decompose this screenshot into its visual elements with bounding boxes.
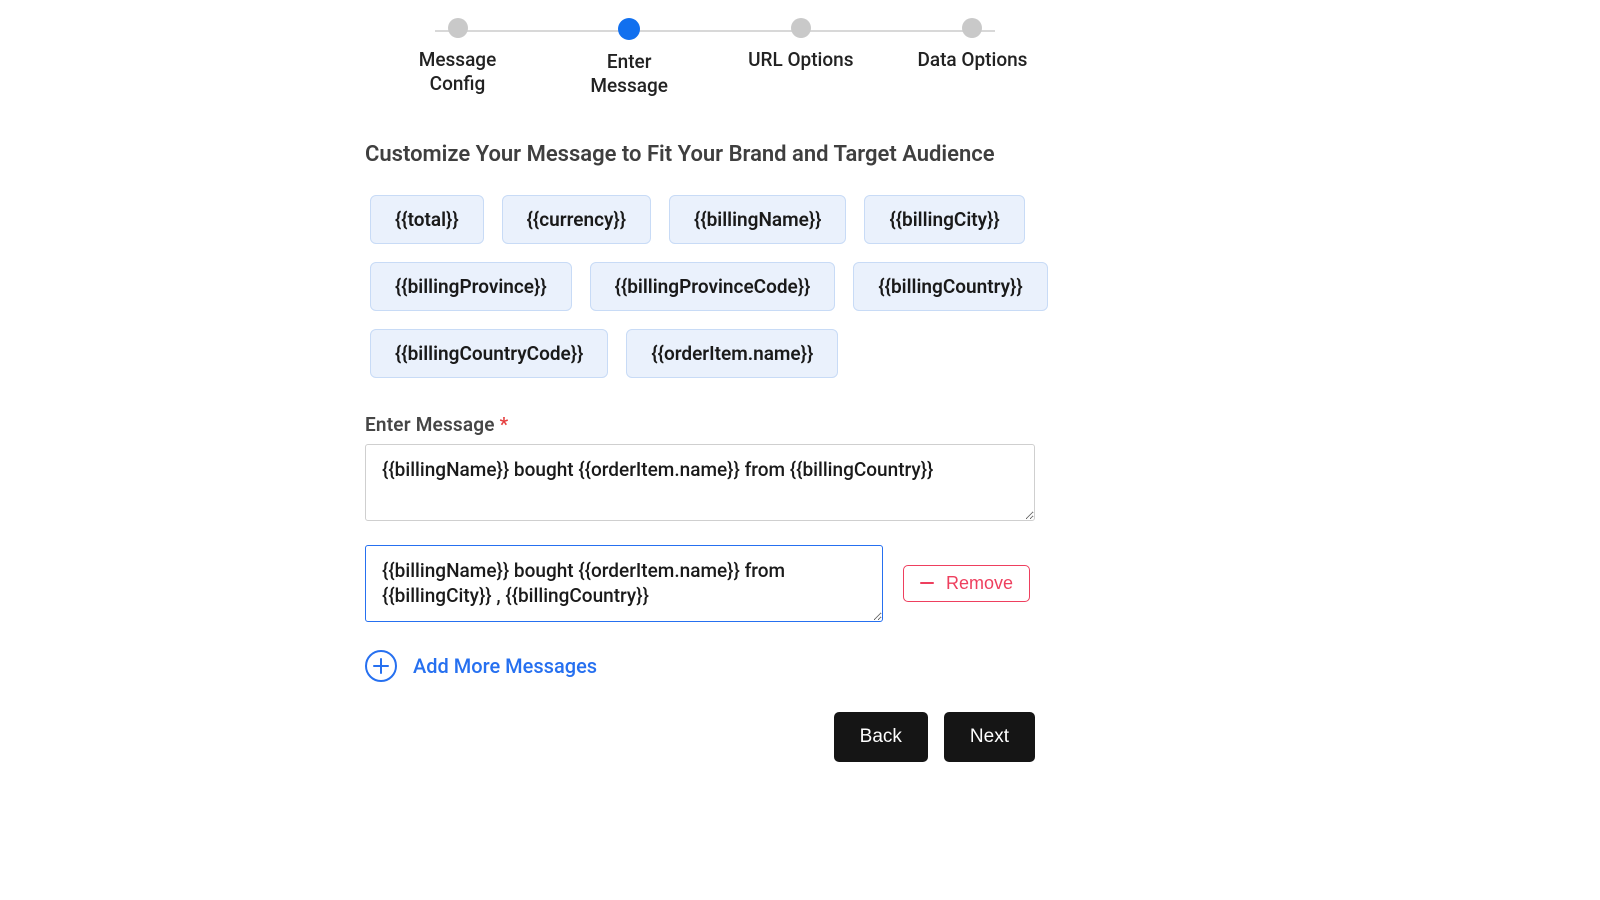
- nav-buttons: Back Next: [365, 712, 1035, 762]
- label-text: Enter Message: [365, 413, 495, 436]
- step-label: Enter Message: [572, 50, 687, 98]
- main-form: Message Config Enter Message URL Options…: [365, 0, 1065, 762]
- chip-order-item-name[interactable]: {{orderItem.name}}: [626, 329, 838, 378]
- step-enter-message[interactable]: Enter Message: [572, 18, 687, 98]
- step-label: URL Options: [748, 48, 853, 72]
- remove-label: Remove: [946, 573, 1013, 594]
- step-dot-icon: [962, 18, 982, 38]
- minus-icon: [920, 582, 934, 584]
- enter-message-label: Enter Message *: [365, 413, 1065, 436]
- remove-button[interactable]: Remove: [903, 565, 1030, 602]
- variable-chip-list: {{total}} {{currency}} {{billingName}} {…: [365, 195, 1065, 378]
- chip-billing-province-code[interactable]: {{billingProvinceCode}}: [590, 262, 836, 311]
- step-label: Data Options: [917, 48, 1027, 72]
- next-button[interactable]: Next: [944, 712, 1035, 762]
- chip-billing-province[interactable]: {{billingProvince}}: [370, 262, 572, 311]
- step-dot-icon: [791, 18, 811, 38]
- add-more-label: Add More Messages: [413, 654, 597, 678]
- step-data-options[interactable]: Data Options: [915, 18, 1030, 72]
- section-heading: Customize Your Message to Fit Your Brand…: [365, 142, 1065, 167]
- message-row-2: Remove: [365, 545, 1065, 622]
- add-more-messages-button[interactable]: Add More Messages: [365, 650, 597, 682]
- chip-total[interactable]: {{total}}: [370, 195, 484, 244]
- chip-billing-country[interactable]: {{billingCountry}}: [853, 262, 1047, 311]
- back-button[interactable]: Back: [834, 712, 928, 762]
- chip-billing-city[interactable]: {{billingCity}}: [864, 195, 1024, 244]
- message-input-2[interactable]: [365, 545, 883, 622]
- stepper-line: [435, 30, 995, 32]
- step-dot-active-icon: [618, 18, 640, 40]
- chip-billing-name[interactable]: {{billingName}}: [669, 195, 846, 244]
- step-message-config[interactable]: Message Config: [400, 18, 515, 96]
- chip-billing-country-code[interactable]: {{billingCountryCode}}: [370, 329, 608, 378]
- required-indicator: *: [500, 413, 509, 436]
- chip-currency[interactable]: {{currency}}: [502, 195, 651, 244]
- message-input-1[interactable]: [365, 444, 1035, 521]
- stepper: Message Config Enter Message URL Options…: [400, 18, 1030, 98]
- step-label: Message Config: [400, 48, 515, 96]
- step-url-options[interactable]: URL Options: [743, 18, 858, 72]
- step-dot-icon: [448, 18, 468, 38]
- plus-circle-icon: [365, 650, 397, 682]
